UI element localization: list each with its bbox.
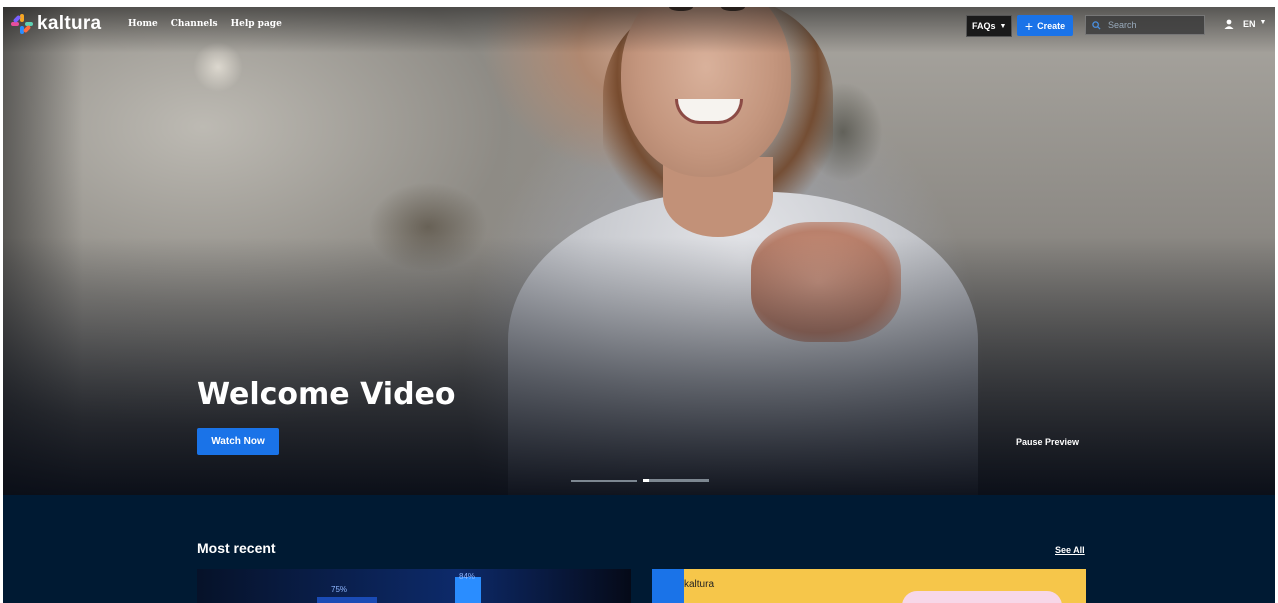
media-card[interactable]: 75% 84% (197, 569, 631, 603)
most-recent-heading: Most recent (197, 540, 276, 556)
brand-name: kaltura (37, 13, 102, 34)
faqs-dropdown[interactable]: FAQs ▼ (966, 15, 1013, 37)
nav-link-channels[interactable]: Channels (171, 19, 218, 29)
language-label: EN (1243, 19, 1256, 29)
kaltura-logo-icon (11, 14, 33, 34)
chevron-down-icon: ▼ (999, 22, 1007, 30)
carousel-indicators (571, 479, 709, 482)
media-card[interactable]: kaltura (652, 569, 1086, 603)
thumbnail-graphic (652, 569, 684, 603)
hero-title: Welcome Video (197, 377, 456, 412)
create-label: Create (1037, 20, 1066, 31)
see-all-link[interactable]: See All (1055, 545, 1085, 555)
faqs-label: FAQs (972, 21, 996, 31)
thumbnail-brand: kaltura (684, 579, 715, 590)
carousel-dot[interactable] (571, 479, 637, 482)
nav-link-home[interactable]: Home (128, 19, 158, 29)
user-icon[interactable] (1224, 19, 1234, 29)
app-frame: Welcome Video Watch Now Pause Preview ka… (3, 7, 1275, 603)
pause-preview-button[interactable]: Pause Preview (1016, 437, 1079, 447)
thumbnail-text: 84% (459, 572, 476, 581)
thumbnail-graphic (317, 597, 377, 603)
plus-icon: + (1024, 17, 1034, 34)
hero-banner: Welcome Video Watch Now Pause Preview (3, 7, 1275, 495)
language-selector[interactable]: EN ▼ (1243, 19, 1266, 29)
carousel-dot-active[interactable] (643, 479, 709, 482)
create-button[interactable]: + Create (1017, 15, 1073, 36)
search-input[interactable] (1106, 19, 1200, 31)
thumbnail-graphic (902, 591, 1062, 603)
kaltura-logo[interactable]: kaltura (11, 13, 101, 35)
thumbnail-text: 75% (331, 585, 348, 594)
search-icon (1092, 20, 1101, 30)
top-nav: kaltura Home Channels Help page FAQs ▼ +… (3, 7, 1275, 41)
chevron-down-icon: ▼ (1259, 19, 1267, 26)
hero-overlay (3, 237, 1275, 495)
search-box (1085, 15, 1205, 35)
nav-link-help-page[interactable]: Help page (231, 19, 282, 29)
nav-links: Home Channels Help page (128, 19, 282, 29)
watch-now-button[interactable]: Watch Now (197, 428, 279, 455)
